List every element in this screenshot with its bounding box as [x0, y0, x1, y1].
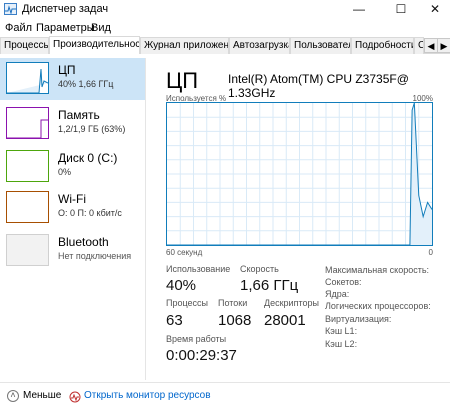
menu-bar: Файл Параметры Вид	[0, 20, 450, 37]
sidebar-item-value: 1,2/1,9 ГБ (63%)	[58, 124, 126, 134]
uptime-label: Время работы	[166, 334, 227, 344]
sidebar-item-value: О: 0 П: 0 кбит/с	[58, 208, 122, 218]
menu-file[interactable]: Файл	[5, 22, 32, 34]
sidebar-item-label: Bluetooth	[58, 235, 109, 249]
title-bar[interactable]: Диспетчер задач — ☐ ✕	[0, 0, 450, 20]
sidebar-item-wifi[interactable]: Wi-Fi О: 0 П: 0 кбит/с	[0, 187, 145, 229]
cpu-detail-panel: ЦП Intel(R) Atom(TM) CPU Z3735F@ 1.33GHz…	[160, 58, 445, 380]
open-resource-monitor-link[interactable]: Открыть монитор ресурсов	[84, 390, 211, 401]
sidebar-item-value: 40% 1,66 ГГц	[58, 79, 114, 89]
tab-scroll-right-icon[interactable]: ▶	[437, 38, 450, 53]
cpu-thumbnail	[6, 62, 49, 94]
window-title: Диспетчер задач	[22, 3, 109, 15]
speed-value: 1,66 ГГц	[240, 277, 299, 294]
fewer-details-button[interactable]: Меньше	[23, 390, 61, 401]
sidebar-item-label: ЦП	[58, 63, 76, 77]
bluetooth-thumbnail	[6, 234, 49, 266]
cpu-usage-graph	[166, 102, 433, 246]
tab-startup[interactable]: Автозагрузка	[229, 37, 290, 54]
menu-view[interactable]: Вид	[91, 22, 111, 34]
tab-bar: Процессы Производительность Журнал прило…	[0, 36, 450, 54]
memory-thumbnail	[6, 107, 49, 139]
virtualization-label: Виртуализация:	[325, 314, 392, 324]
tab-services[interactable]: С	[414, 37, 424, 54]
max-speed-label: Максимальная скорость:	[325, 265, 430, 275]
axis-label-zero: 0	[428, 248, 433, 257]
usage-label: Использование	[166, 264, 231, 274]
usage-value: 40%	[166, 277, 197, 294]
sidebar-item-label: Память	[58, 108, 100, 122]
sidebar-item-value: 0%	[58, 167, 72, 177]
sidebar-item-label: Диск 0 (C:)	[58, 151, 118, 165]
sockets-label: Сокетов:	[325, 277, 362, 287]
handles-value: 28001	[264, 312, 306, 329]
tab-details[interactable]: Подробности	[351, 37, 414, 54]
sidebar-item-disk[interactable]: Диск 0 (C:) 0%	[0, 146, 145, 188]
speed-label: Скорость	[240, 264, 279, 274]
cpu-usage-chart	[167, 102, 433, 246]
close-button[interactable]: ✕	[418, 0, 450, 20]
processes-value: 63	[166, 312, 183, 329]
logical-processors-label: Логических процессоров:	[325, 301, 431, 311]
l1-cache-label: Кэш L1:	[325, 326, 358, 336]
wifi-thumbnail	[6, 191, 49, 223]
processes-label: Процессы	[166, 298, 209, 308]
tab-scroll-left-icon[interactable]: ◀	[424, 38, 438, 53]
uptime-value: 0:00:29:37	[166, 347, 237, 364]
sidebar-item-value: Нет подключения	[58, 251, 132, 261]
footer: ˄ Меньше Открыть монитор ресурсов	[0, 382, 450, 410]
cores-label: Ядра:	[325, 289, 350, 299]
menu-options[interactable]: Параметры	[36, 22, 95, 34]
maximize-button[interactable]: ☐	[384, 0, 418, 20]
resource-monitor-icon[interactable]	[69, 390, 81, 403]
resource-sidebar: ЦП 40% 1,66 ГГц Память 1,2/1,9 ГБ (63%) …	[0, 58, 146, 380]
tab-performance[interactable]: Производительность	[49, 36, 140, 54]
l2-cache-label: Кэш L2:	[325, 339, 358, 349]
tab-processes[interactable]: Процессы	[0, 37, 49, 54]
sidebar-item-bluetooth[interactable]: Bluetooth Нет подключения	[0, 230, 145, 272]
threads-value: 1068	[218, 312, 252, 329]
axis-label-time: 60 секунд	[166, 248, 203, 257]
minimize-button[interactable]: —	[342, 0, 376, 20]
disk-thumbnail	[6, 150, 49, 182]
sidebar-item-label: Wi-Fi	[58, 192, 86, 206]
sidebar-item-memory[interactable]: Память 1,2/1,9 ГБ (63%)	[0, 103, 145, 145]
page-title: ЦП	[166, 68, 199, 93]
tab-app-history[interactable]: Журнал приложений	[140, 37, 229, 54]
task-manager-icon	[4, 3, 17, 15]
handles-label: Дескрипторы	[264, 298, 319, 308]
threads-label: Потоки	[218, 298, 248, 308]
task-manager-window: Диспетчер задач — ☐ ✕ Файл Параметры Вид…	[0, 0, 450, 410]
tab-users[interactable]: Пользователи	[290, 37, 351, 54]
chevron-up-icon[interactable]: ˄	[7, 390, 19, 402]
sidebar-item-cpu[interactable]: ЦП 40% 1,66 ГГц	[0, 58, 145, 100]
